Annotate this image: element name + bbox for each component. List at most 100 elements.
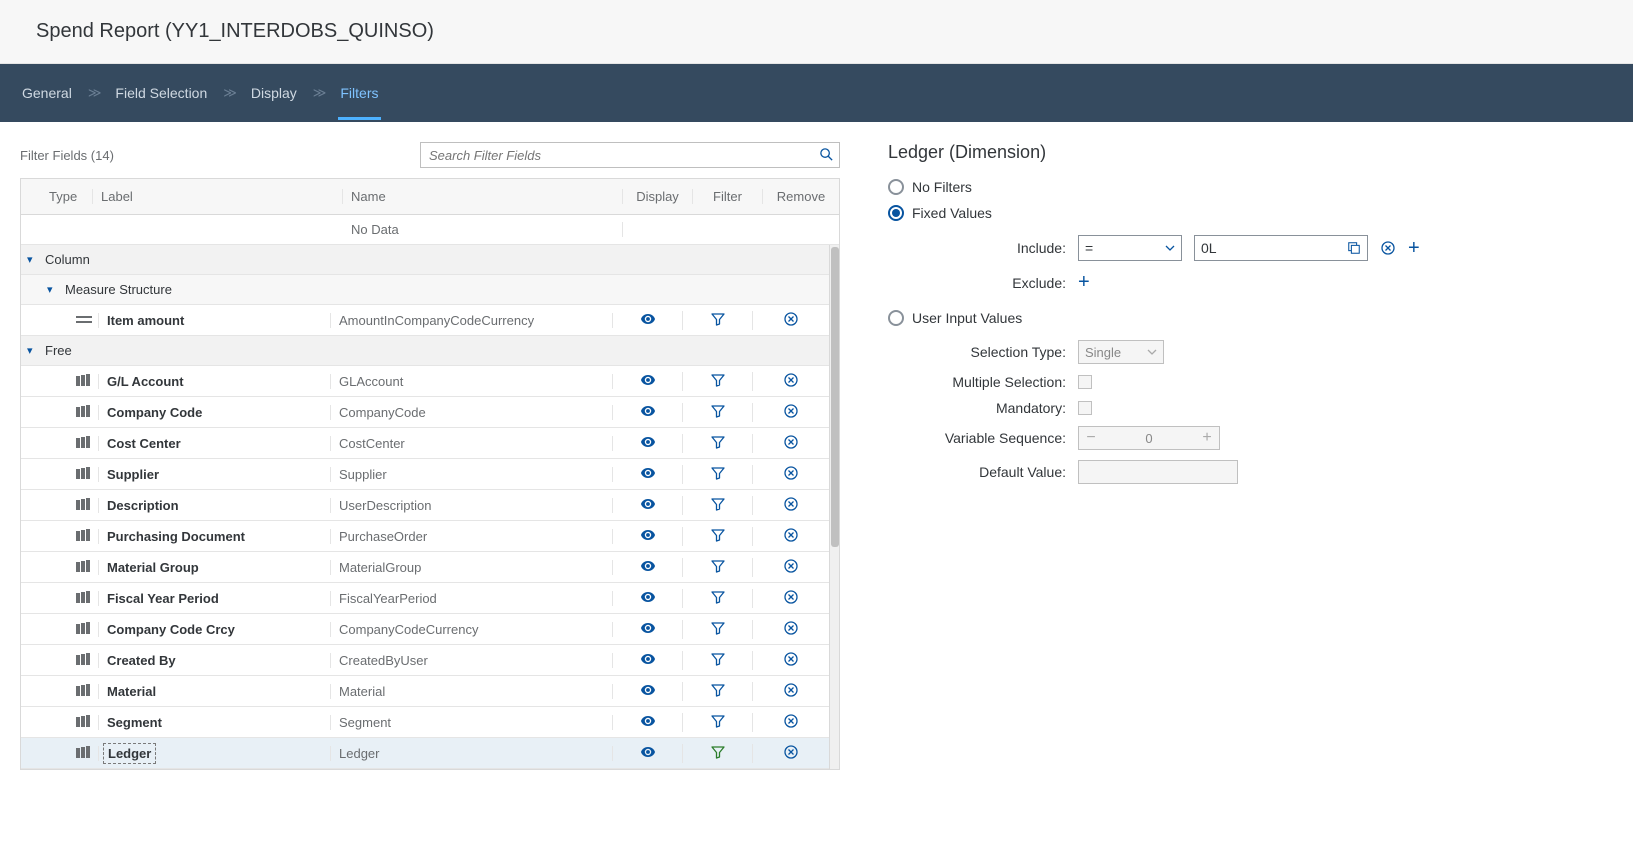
remove-condition-button[interactable] [1380, 240, 1396, 256]
display-button[interactable] [613, 744, 682, 760]
remove-button[interactable] [753, 311, 829, 327]
display-button[interactable] [613, 434, 682, 450]
table-row[interactable]: Company Code Crcy CompanyCodeCurrency [21, 614, 829, 645]
display-button[interactable] [613, 372, 682, 388]
filter-button[interactable] [683, 496, 752, 512]
filter-button[interactable] [683, 434, 752, 450]
filter-button[interactable] [683, 527, 752, 543]
wizard-separator-icon: ≫ [223, 85, 235, 101]
table-row[interactable]: Supplier Supplier [21, 459, 829, 490]
remove-button[interactable] [753, 620, 829, 636]
remove-button[interactable] [753, 496, 829, 512]
display-button[interactable] [613, 558, 682, 574]
exclude-label: Exclude: [906, 275, 1066, 291]
wizard-step-general[interactable]: General [20, 66, 74, 120]
radio-label: Fixed Values [912, 205, 992, 221]
search-icon[interactable] [819, 147, 834, 162]
grid-nodata-row: No Data [21, 215, 839, 245]
table-row[interactable]: Ledger Ledger [21, 738, 829, 769]
remove-button[interactable] [753, 589, 829, 605]
wizard-step-filters[interactable]: Filters [338, 66, 380, 120]
chevron-down-icon: ▾ [27, 344, 41, 357]
display-button[interactable] [613, 682, 682, 698]
header-bar: Spend Report (YY1_INTERDOBS_QUINSO) [0, 0, 1633, 64]
vertical-scrollbar[interactable] [829, 245, 839, 769]
detail-title: Ledger (Dimension) [888, 142, 1605, 163]
display-button[interactable] [613, 496, 682, 512]
table-row[interactable]: Purchasing Document PurchaseOrder [21, 521, 829, 552]
scrollbar-thumb[interactable] [831, 247, 839, 547]
wizard-step-field-selection[interactable]: Field Selection [113, 66, 209, 120]
remove-button[interactable] [753, 651, 829, 667]
page-title: Spend Report (YY1_INTERDOBS_QUINSO) [36, 20, 1597, 43]
table-row[interactable]: Item amount AmountInCompanyCodeCurrency [21, 305, 829, 336]
filter-button[interactable] [683, 558, 752, 574]
table-row[interactable]: Created By CreatedByUser [21, 645, 829, 676]
table-row[interactable]: Material Material [21, 676, 829, 707]
stepper-plus-icon: + [1195, 429, 1219, 447]
table-row[interactable]: G/L Account GLAccount [21, 366, 829, 397]
radio-no-filters[interactable]: No Filters [888, 179, 1605, 195]
selection-type-row: Selection Type: Single [906, 340, 1605, 364]
filter-button[interactable] [683, 403, 752, 419]
remove-button[interactable] [753, 372, 829, 388]
table-row[interactable]: Description UserDescription [21, 490, 829, 521]
filter-button[interactable] [683, 465, 752, 481]
remove-button[interactable] [753, 558, 829, 574]
chevron-down-icon [1165, 243, 1175, 253]
display-button[interactable] [613, 620, 682, 636]
add-include-button[interactable]: + [1408, 237, 1420, 260]
remove-button[interactable] [753, 527, 829, 543]
remove-button[interactable] [753, 434, 829, 450]
filter-button[interactable] [683, 589, 752, 605]
table-row[interactable]: Cost Center CostCenter [21, 428, 829, 459]
operator-value: = [1085, 240, 1093, 256]
value-text: 0L [1201, 240, 1217, 256]
filter-button[interactable] [683, 372, 752, 388]
variable-sequence-label: Variable Sequence: [906, 430, 1066, 446]
add-exclude-button[interactable]: + [1078, 271, 1090, 294]
display-button[interactable] [613, 403, 682, 419]
display-button[interactable] [613, 651, 682, 667]
dimension-icon [76, 498, 92, 510]
filter-detail-panel: Ledger (Dimension) No Filters Fixed Valu… [860, 122, 1633, 790]
table-row[interactable]: Segment Segment [21, 707, 829, 738]
radio-icon [888, 310, 904, 326]
table-row[interactable]: Material Group MaterialGroup [21, 552, 829, 583]
selection-type-value: Single [1085, 345, 1121, 360]
group-column[interactable]: ▾Column [21, 245, 829, 275]
filter-button[interactable] [683, 311, 752, 327]
remove-button[interactable] [753, 744, 829, 760]
radio-fixed-values[interactable]: Fixed Values [888, 205, 1605, 221]
display-button[interactable] [613, 589, 682, 605]
filter-button[interactable] [683, 651, 752, 667]
col-header-type: Type [45, 189, 93, 204]
remove-button[interactable] [753, 403, 829, 419]
radio-user-input[interactable]: User Input Values [888, 310, 1605, 326]
col-header-display: Display [623, 189, 693, 204]
remove-button[interactable] [753, 713, 829, 729]
remove-button[interactable] [753, 465, 829, 481]
display-button[interactable] [613, 311, 682, 327]
wizard-step-display[interactable]: Display [249, 66, 299, 120]
group-free[interactable]: ▾Free [21, 336, 829, 366]
search-input[interactable] [420, 142, 840, 168]
chevron-down-icon: ▾ [27, 253, 41, 266]
measure-icon [76, 315, 92, 325]
filter-button[interactable] [683, 682, 752, 698]
display-button[interactable] [613, 527, 682, 543]
operator-select[interactable]: = [1078, 235, 1182, 261]
value-help-icon[interactable] [1347, 241, 1361, 255]
filter-button[interactable] [683, 713, 752, 729]
col-header-filter: Filter [693, 189, 763, 204]
remove-button[interactable] [753, 682, 829, 698]
display-button[interactable] [613, 713, 682, 729]
filter-button[interactable] [683, 620, 752, 636]
value-input[interactable]: 0L [1194, 235, 1368, 261]
radio-label: No Filters [912, 179, 972, 195]
display-button[interactable] [613, 465, 682, 481]
filter-button[interactable] [683, 744, 752, 760]
table-row[interactable]: Fiscal Year Period FiscalYearPeriod [21, 583, 829, 614]
group-measure-structure[interactable]: ▾Measure Structure [21, 275, 829, 305]
table-row[interactable]: Company Code CompanyCode [21, 397, 829, 428]
